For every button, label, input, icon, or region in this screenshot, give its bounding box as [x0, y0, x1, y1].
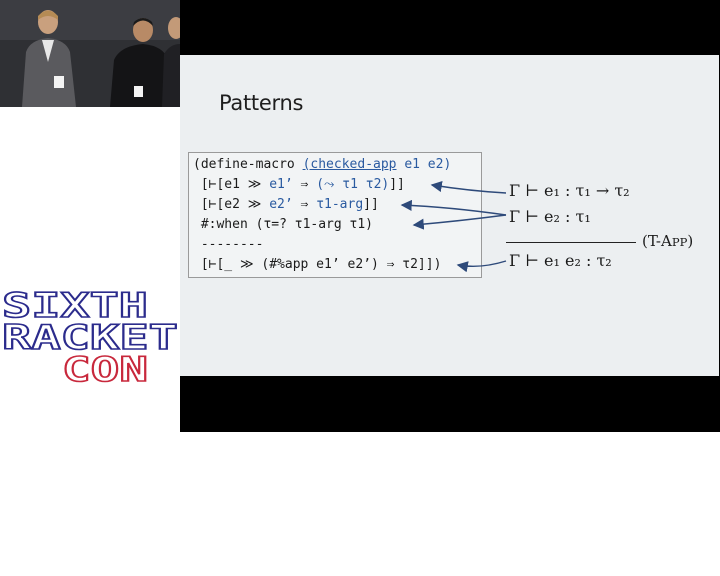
arrow-conclusion — [456, 260, 507, 273]
connector-arrows — [400, 180, 507, 273]
slide: Patterns (define-macro (checked-app e1 e… — [180, 55, 719, 376]
sixth-racketcon-logo: SIXTH RACKET CON — [0, 285, 180, 391]
arrow-premise-1 — [430, 180, 507, 194]
speakers-image — [0, 0, 180, 107]
speaker-camera-feed — [0, 0, 180, 107]
logo-line-3: CON — [62, 350, 148, 385]
arrow-premise-2b — [412, 214, 507, 230]
arrow-premise-2a — [400, 199, 507, 216]
logo-image: SIXTH RACKET CON — [1, 285, 179, 391]
